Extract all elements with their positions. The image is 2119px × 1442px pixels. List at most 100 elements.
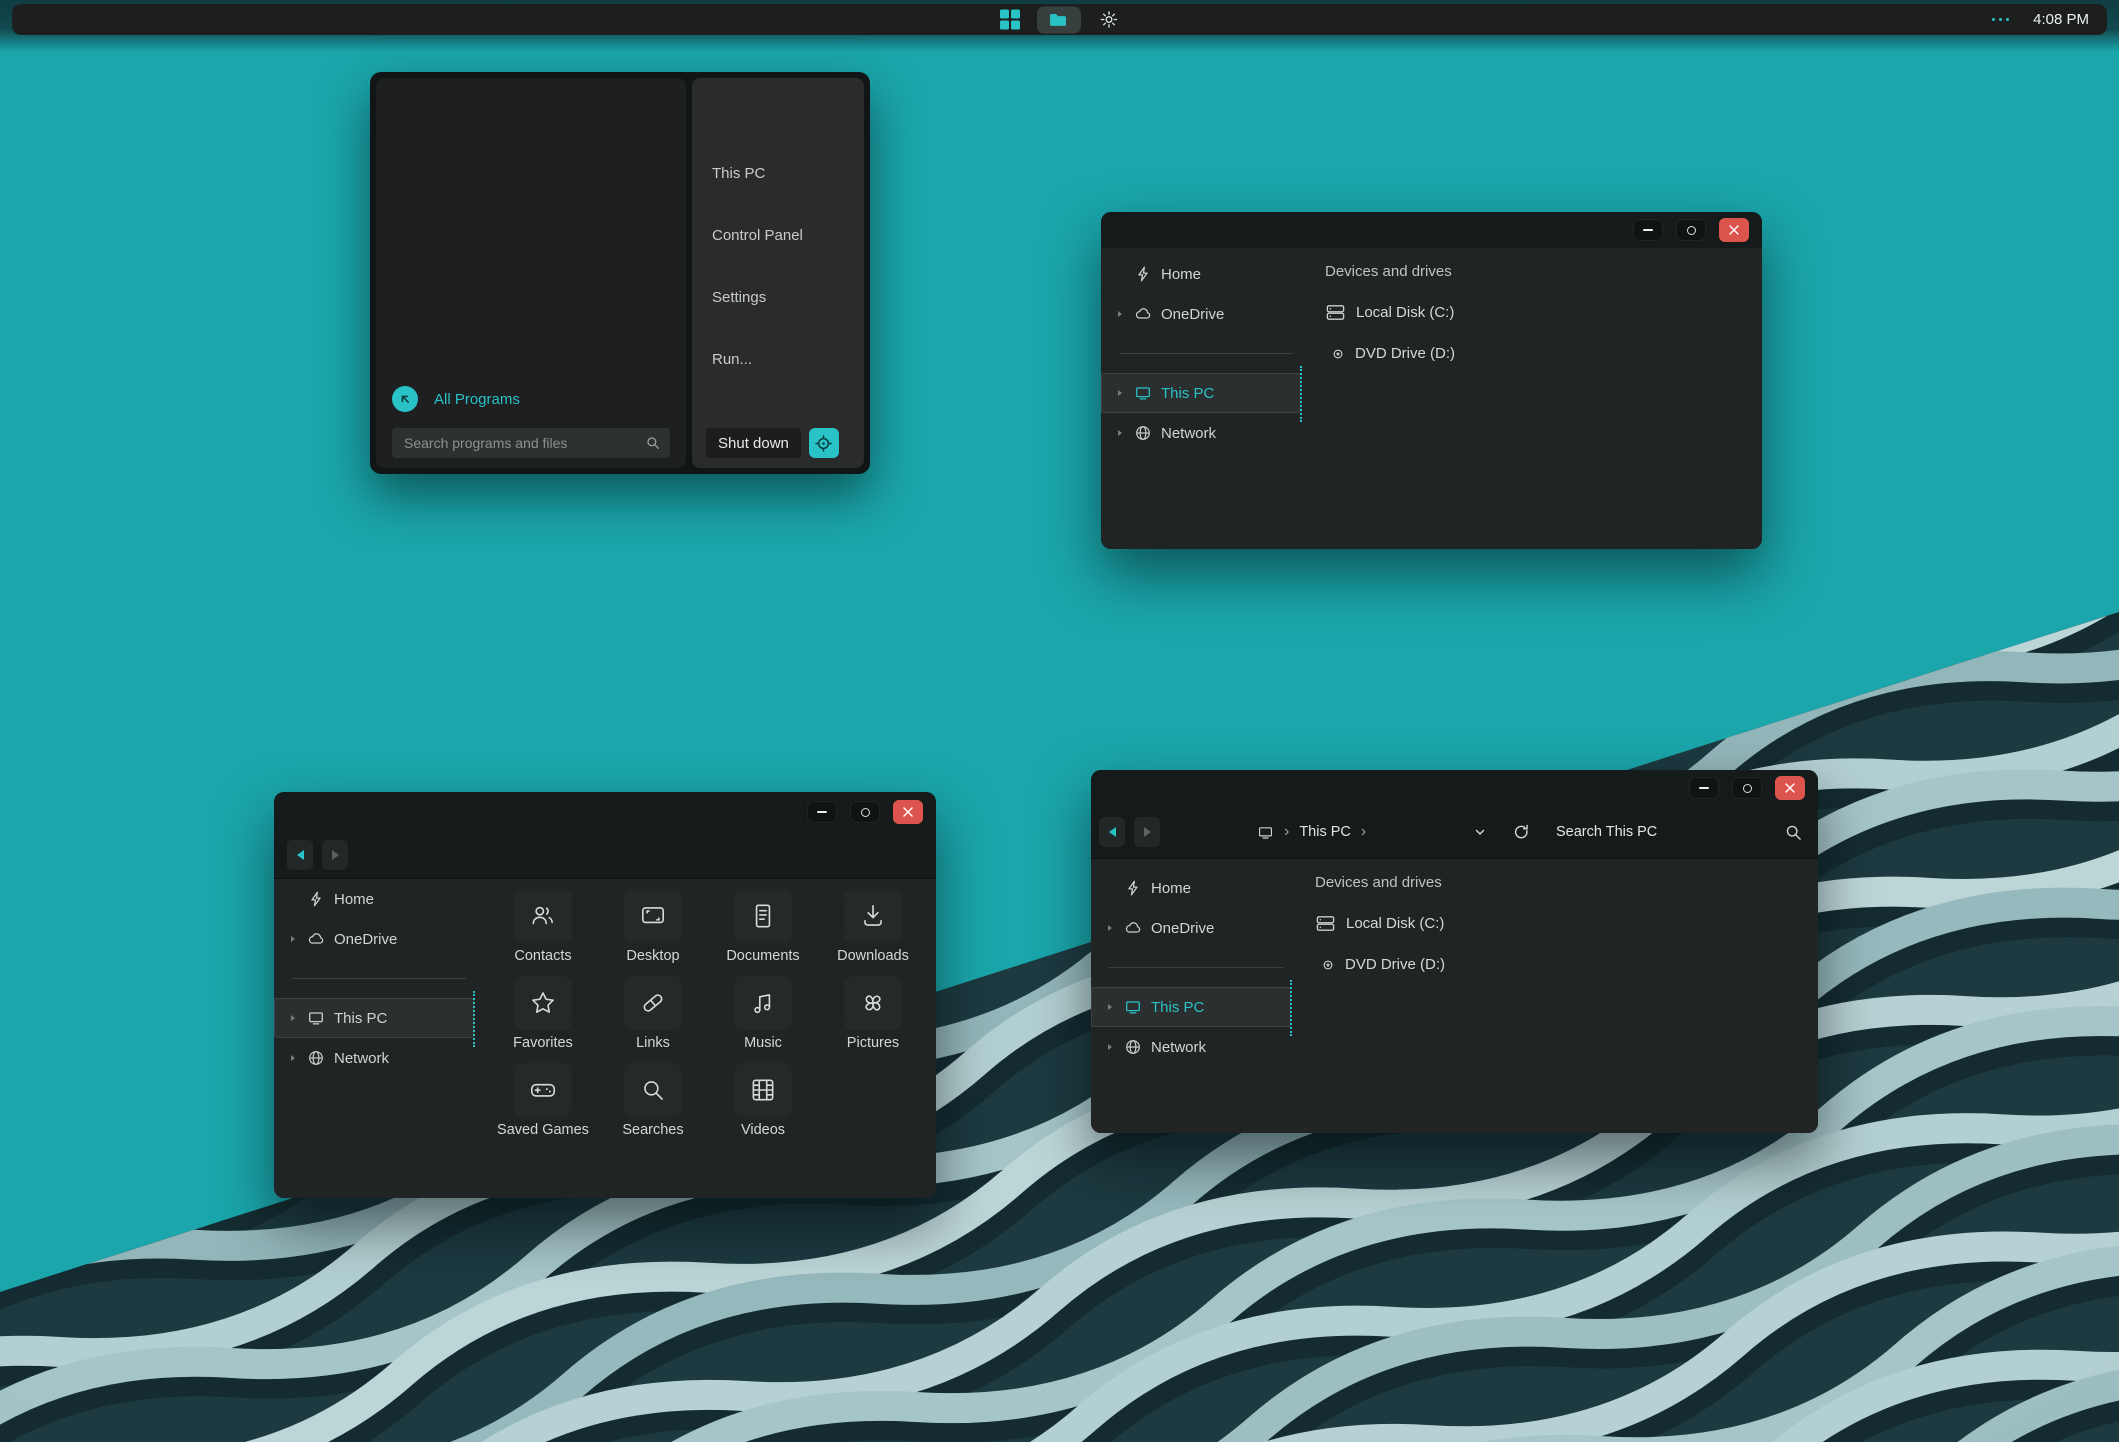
taskbar-clock[interactable]: 4:08 PM bbox=[2033, 11, 2089, 28]
chevron-right-icon[interactable] bbox=[1101, 1044, 1118, 1050]
close-button[interactable] bbox=[1719, 218, 1749, 242]
start-button-windows-logo-icon[interactable] bbox=[999, 9, 1020, 30]
folder-tile-favorites[interactable]: Favorites bbox=[488, 976, 598, 1053]
forward-arrow-icon bbox=[1143, 827, 1151, 837]
start-menu-item-control-panel[interactable]: Control Panel bbox=[692, 204, 864, 266]
settings-taskbar-button[interactable] bbox=[1098, 9, 1120, 31]
start-menu-item-this-pc[interactable]: This PC bbox=[692, 142, 864, 204]
sidebar-item-label: OneDrive bbox=[1161, 305, 1225, 323]
close-button[interactable] bbox=[893, 800, 923, 824]
sidebar-item-this-pc[interactable]: This PC bbox=[274, 998, 474, 1038]
chevron-right-icon[interactable] bbox=[284, 1055, 301, 1061]
disc-icon bbox=[1331, 347, 1345, 361]
folder-tile-contacts[interactable]: Contacts bbox=[488, 889, 598, 966]
chevron-down-icon bbox=[1475, 829, 1485, 836]
sidebar-item-label: Home bbox=[1151, 879, 1192, 897]
minimize-button[interactable] bbox=[1633, 219, 1663, 241]
sidebar-item-onedrive[interactable]: OneDrive bbox=[1091, 908, 1291, 948]
folder-tile-links[interactable]: Links bbox=[598, 976, 708, 1053]
tray-overflow-icon[interactable] bbox=[1991, 17, 2010, 22]
window-body: Home OneDrive This PC bbox=[1091, 859, 1818, 1133]
power-options-button[interactable] bbox=[808, 428, 839, 458]
chevron-right-icon[interactable] bbox=[284, 1015, 301, 1021]
sidebar-item-this-pc[interactable]: This PC bbox=[1091, 987, 1291, 1027]
sidebar-item-label: Network bbox=[334, 1049, 390, 1067]
start-menu-search-box bbox=[392, 428, 670, 458]
sidebar-item-this-pc[interactable]: This PC bbox=[1101, 373, 1301, 413]
folder-tile-downloads[interactable]: Downloads bbox=[818, 889, 928, 966]
sidebar-item-onedrive[interactable]: OneDrive bbox=[274, 919, 474, 959]
sidebar-item-network[interactable]: Network bbox=[1091, 1027, 1291, 1067]
close-icon bbox=[1785, 783, 1795, 793]
chevron-right-icon[interactable] bbox=[1111, 311, 1128, 317]
sidebar-splitter-handle[interactable] bbox=[1290, 980, 1292, 1036]
drive-local-disk-c[interactable]: Local Disk (C:) bbox=[1325, 292, 1762, 333]
start-menu-search-input[interactable] bbox=[402, 434, 646, 452]
shutdown-button[interactable]: Shut down bbox=[706, 428, 801, 458]
sidebar-splitter-handle[interactable] bbox=[1300, 366, 1302, 422]
chevron-right-icon[interactable] bbox=[284, 936, 301, 942]
folder-tile-music[interactable]: Music bbox=[708, 976, 818, 1053]
sidebar-divider bbox=[1109, 967, 1283, 968]
sidebar-splitter-handle[interactable] bbox=[473, 991, 475, 1047]
titlebar[interactable] bbox=[274, 792, 936, 832]
maximize-button[interactable] bbox=[850, 801, 880, 823]
all-programs-button[interactable]: All Programs bbox=[392, 386, 520, 412]
drive-local-disk-c[interactable]: Local Disk (C:) bbox=[1315, 903, 1818, 944]
breadcrumb-location[interactable]: This PC bbox=[1299, 824, 1351, 840]
chevron-right-icon[interactable] bbox=[1101, 925, 1118, 931]
folder-tile-desktop[interactable]: Desktop bbox=[598, 889, 708, 966]
music-note-icon bbox=[734, 976, 792, 1030]
maximize-icon bbox=[1686, 225, 1696, 235]
explorer-search-field[interactable]: Search This PC bbox=[1556, 824, 1802, 841]
start-menu-item-settings[interactable]: Settings bbox=[692, 266, 864, 328]
sidebar-item-label: This PC bbox=[1151, 998, 1205, 1016]
back-button[interactable] bbox=[287, 840, 313, 870]
toolbar-right-cluster: Search This PC bbox=[1473, 824, 1802, 841]
globe-icon bbox=[1128, 424, 1158, 442]
maximize-button[interactable] bbox=[1732, 777, 1762, 799]
folder-tile-searches[interactable]: Searches bbox=[598, 1063, 708, 1140]
minimize-button[interactable] bbox=[807, 801, 837, 823]
minimize-button[interactable] bbox=[1689, 777, 1719, 799]
titlebar[interactable] bbox=[1101, 212, 1762, 248]
drive-dvd-d[interactable]: DVD Drive (D:) bbox=[1325, 333, 1762, 374]
sidebar-item-home[interactable]: Home bbox=[1101, 254, 1301, 294]
forward-button[interactable] bbox=[322, 840, 348, 870]
devices-and-drives-header: Devices and drives bbox=[1325, 262, 1452, 280]
chevron-right-icon[interactable] bbox=[1111, 430, 1128, 436]
sidebar-item-network[interactable]: Network bbox=[274, 1038, 474, 1078]
folder-tile-saved-games[interactable]: Saved Games bbox=[488, 1063, 598, 1140]
sidebar-item-home[interactable]: Home bbox=[1091, 868, 1291, 908]
drive-dvd-d[interactable]: DVD Drive (D:) bbox=[1315, 944, 1818, 985]
back-button[interactable] bbox=[1099, 817, 1125, 847]
start-menu-item-run[interactable]: Run... bbox=[692, 328, 864, 390]
chevron-right-icon[interactable] bbox=[1101, 1004, 1118, 1010]
minimize-icon bbox=[1699, 787, 1709, 789]
maximize-button[interactable] bbox=[1676, 219, 1706, 241]
close-button[interactable] bbox=[1775, 776, 1805, 800]
explorer-sidebar: Home OneDrive This PC Network bbox=[1101, 248, 1302, 549]
file-explorer-taskbar-button[interactable] bbox=[1036, 6, 1081, 33]
chevron-right-icon[interactable] bbox=[1111, 390, 1128, 396]
taskbar-tray: 4:08 PM bbox=[1991, 4, 2089, 35]
folder-tile-documents[interactable]: Documents bbox=[708, 889, 818, 966]
folder-label: Documents bbox=[726, 948, 800, 964]
globe-icon bbox=[301, 1049, 331, 1067]
forward-button[interactable] bbox=[1134, 817, 1160, 847]
sidebar-item-home[interactable]: Home bbox=[274, 879, 474, 919]
refresh-button[interactable] bbox=[1513, 824, 1530, 841]
home-icon bbox=[1128, 265, 1158, 283]
explorer-main: Devices and drives Local Disk (C:) DVD D… bbox=[1291, 859, 1818, 1133]
folder-tile-videos[interactable]: Videos bbox=[708, 1063, 818, 1140]
shutdown-row: Shut down bbox=[706, 428, 839, 458]
folder-tile-pictures[interactable]: Pictures bbox=[818, 976, 928, 1053]
navigation-toolbar bbox=[274, 832, 936, 878]
address-dropdown-button[interactable] bbox=[1473, 825, 1487, 839]
titlebar[interactable] bbox=[1091, 770, 1818, 806]
sidebar-item-network[interactable]: Network bbox=[1101, 413, 1301, 453]
monitor-icon bbox=[1118, 998, 1148, 1016]
hard-drive-icon bbox=[1315, 913, 1336, 934]
sidebar-item-onedrive[interactable]: OneDrive bbox=[1101, 294, 1301, 334]
monitor-icon bbox=[301, 1009, 331, 1027]
